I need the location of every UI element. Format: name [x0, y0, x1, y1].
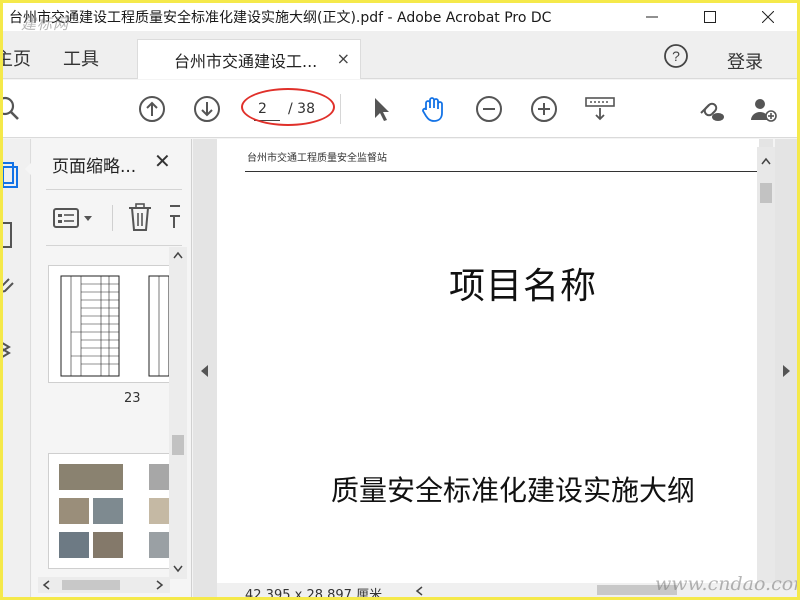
- svg-text:?: ?: [672, 48, 680, 64]
- title-bar: 台州市交通建设工程质量安全标准化建设实施大纲(正文).pdf - Adobe A…: [3, 3, 797, 31]
- expand-right-icon[interactable]: [783, 365, 791, 377]
- toolbar-divider: [340, 94, 341, 124]
- menu-tools[interactable]: 工具: [63, 45, 99, 71]
- navigation-strip: [3, 139, 33, 597]
- thumbnail-page-number: 23: [124, 391, 141, 406]
- menu-home[interactable]: 主页: [3, 45, 31, 71]
- annotation-circle: [241, 88, 335, 126]
- document-tab-close[interactable]: ×: [337, 49, 350, 68]
- doc-scroll-thumb[interactable]: [760, 183, 772, 203]
- scroll-up-arrow-icon[interactable]: [173, 251, 183, 259]
- scroll-down-arrow-icon[interactable]: [173, 565, 183, 573]
- document-tab-label: 台州市交通建设工...: [174, 51, 318, 71]
- maximize-button[interactable]: [681, 3, 739, 31]
- page-thumbnails-icon[interactable]: [3, 159, 19, 189]
- panel-title: 页面缩略...: [52, 157, 137, 177]
- maximize-icon: [704, 11, 716, 23]
- insert-page-icon[interactable]: [168, 202, 184, 232]
- next-page-icon[interactable]: [193, 95, 221, 123]
- page-thumbnail[interactable]: [48, 265, 170, 383]
- window-controls: [623, 3, 797, 31]
- search-icon[interactable]: [3, 95, 23, 123]
- panel-horizontal-scrollbar[interactable]: [38, 577, 170, 593]
- document-page: 台州市交通工程质量安全监督站 项目名称 质量安全标准化建设实施大纲: [217, 139, 759, 583]
- app-window: 台州市交通建设工程质量安全标准化建设实施大纲(正文).pdf - Adobe A…: [3, 3, 797, 597]
- watermark-bottom-right: www.cndao.com: [655, 573, 797, 595]
- share-link-icon[interactable]: [697, 95, 725, 123]
- select-pointer-icon[interactable]: [367, 95, 395, 123]
- minimize-icon: [646, 16, 658, 18]
- bookmark-icon[interactable]: [3, 221, 17, 251]
- layers-icon[interactable]: [3, 335, 17, 365]
- status-scroll-left-icon[interactable]: [415, 586, 423, 596]
- document-vertical-scrollbar[interactable]: [757, 147, 775, 583]
- scroll-left-arrow-icon[interactable]: [42, 580, 50, 590]
- minimize-button[interactable]: [623, 3, 681, 31]
- previous-page-icon[interactable]: [138, 95, 166, 123]
- panel-vertical-scrollbar[interactable]: [169, 247, 187, 579]
- keyboard-icon[interactable]: [584, 95, 616, 123]
- hand-tool-icon[interactable]: [419, 95, 447, 123]
- thumbnail-panel: 页面缩略... ✕ 23: [32, 139, 192, 597]
- page-thumbnail[interactable]: [48, 453, 170, 569]
- panel-hscroll-thumb[interactable]: [62, 580, 120, 590]
- panel-collapse-strip[interactable]: [193, 139, 217, 597]
- collapse-left-icon[interactable]: [201, 365, 209, 377]
- help-icon[interactable]: ?: [663, 43, 689, 69]
- zoom-out-icon[interactable]: [475, 95, 503, 123]
- project-name-heading: 项目名称: [449, 266, 598, 307]
- attachment-icon[interactable]: [3, 275, 17, 299]
- login-button[interactable]: 登录: [727, 48, 763, 74]
- close-window-button[interactable]: [739, 3, 797, 31]
- panel-scroll-thumb[interactable]: [172, 435, 184, 455]
- right-panel-toggle[interactable]: [775, 139, 797, 597]
- page-dimensions: 42.395 x 28.897 厘米: [245, 588, 383, 597]
- window-title: 台州市交通建设工程质量安全标准化建设实施大纲(正文).pdf - Adobe A…: [9, 10, 552, 26]
- close-icon: [762, 11, 774, 23]
- document-tab[interactable]: 台州市交通建设工... ×: [137, 39, 361, 79]
- document-viewport[interactable]: 台州市交通工程质量安全监督站 项目名称 质量安全标准化建设实施大纲: [217, 139, 773, 583]
- menu-bar: 主页 工具 台州市交通建设工... × ? 登录: [3, 31, 797, 79]
- doc-scroll-up-icon[interactable]: [761, 157, 771, 165]
- page-header-rule: [245, 171, 757, 172]
- add-user-icon[interactable]: [749, 95, 777, 123]
- main-toolbar: 2 / 38: [3, 80, 797, 138]
- thumbnail-options-icon[interactable]: [52, 207, 96, 229]
- scroll-right-arrow-icon[interactable]: [156, 580, 164, 590]
- panel-close-button[interactable]: ✕: [154, 149, 171, 173]
- document-subtitle: 质量安全标准化建设实施大纲: [331, 474, 696, 507]
- zoom-in-icon[interactable]: [530, 95, 558, 123]
- delete-page-icon[interactable]: [126, 202, 154, 232]
- page-header-text: 台州市交通工程质量安全监督站: [247, 153, 387, 164]
- thumbnail-table-preview: [60, 275, 170, 377]
- panel-divider-2: [46, 245, 182, 246]
- panel-divider: [46, 189, 182, 190]
- thumbnail-photo-preview: [59, 464, 169, 558]
- options-divider: [112, 205, 113, 231]
